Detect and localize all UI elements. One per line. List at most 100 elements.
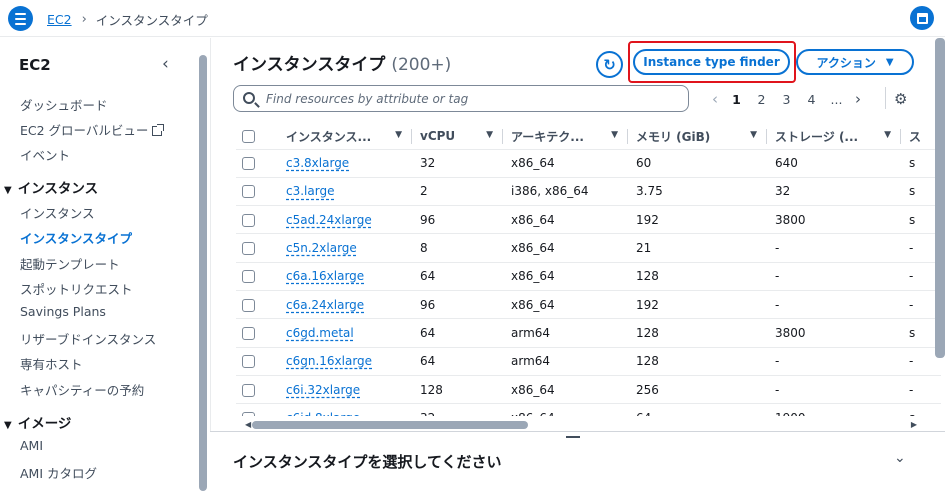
chevron-right-icon: › — [81, 12, 87, 27]
instance-type-link[interactable]: c3.large — [286, 184, 334, 198]
sidebar-item-capacity-reservations[interactable]: キャパシティーの予約 — [20, 380, 144, 399]
sidebar-title: EC2 — [19, 56, 51, 74]
cell-storage: 32 — [767, 176, 901, 206]
row-checkbox[interactable] — [242, 242, 255, 256]
sidebar-item-spot-requests[interactable]: スポットリクエスト — [20, 279, 133, 298]
page-3[interactable]: 3 — [774, 92, 799, 107]
instance-type-link[interactable]: c5n.2xlarge — [286, 241, 357, 255]
menu-icon[interactable] — [8, 6, 33, 31]
instance-type-link[interactable]: c6gn.16xlarge — [286, 354, 372, 368]
row-checkbox[interactable] — [242, 213, 255, 227]
resize-handle[interactable] — [566, 436, 580, 438]
sidebar-item-dashboard[interactable]: ダッシュボード — [20, 95, 108, 114]
column-header-architecture[interactable]: アーキテク... ▼ — [503, 124, 628, 149]
column-header-memory[interactable]: メモリ (GiB) ▼ — [628, 124, 767, 149]
refresh-icon: ↻ — [603, 55, 616, 74]
page-1[interactable]: 1 — [724, 92, 749, 107]
next-page-icon[interactable]: › — [849, 90, 867, 108]
breadcrumb-ec2-link[interactable]: EC2 — [47, 12, 72, 27]
table-row[interactable]: c5n.2xlarge 8 x86_64 21- - — [236, 233, 941, 263]
sidebar-item-global-view[interactable]: EC2 グローバルビュー — [20, 120, 165, 139]
instance-type-link[interactable]: c3.8xlarge — [286, 156, 349, 170]
instance-type-finder-button[interactable]: Instance type finder — [633, 49, 790, 75]
column-header-vcpu[interactable]: vCPU ▼ — [412, 124, 503, 149]
table-row[interactable]: c6a.24xlarge 96 x86_64 192- - — [236, 289, 941, 319]
page-2[interactable]: 2 — [749, 92, 774, 107]
previous-page-icon[interactable]: ‹ — [706, 90, 724, 108]
actions-button[interactable]: アクション ▼ — [796, 49, 914, 75]
table-row[interactable]: c3.large 2 i386, x86_64 3.75 32 s — [236, 176, 941, 206]
sort-icon[interactable]: ▼ — [395, 130, 402, 140]
cell-vcpu: 64 — [412, 261, 503, 291]
sidebar: EC2 ‹ ダッシュボード EC2 グローバルビュー イベント ▼ インスタンス … — [0, 38, 198, 491]
sidebar-item-reserved-instances[interactable]: リザーブドインスタンス — [20, 329, 156, 348]
table-row[interactable]: c6i.32xlarge 128 x86_64 256- - — [236, 374, 941, 404]
page-4[interactable]: 4 — [799, 92, 824, 107]
collapse-sidebar-icon[interactable]: ‹ — [162, 54, 169, 74]
column-header-instance-type[interactable]: インスタンス... ▼ — [278, 124, 412, 149]
row-checkbox[interactable] — [242, 355, 255, 369]
table-row[interactable]: c6id.8xlarge 32x86_64641900s — [236, 403, 941, 416]
cell-memory: 192 — [628, 205, 767, 234]
search-input[interactable] — [266, 90, 676, 108]
sidebar-section-instances[interactable]: ▼ インスタンス — [4, 177, 98, 197]
cell-memory: 128 — [628, 318, 767, 348]
chevron-down-icon[interactable]: ⌄ — [894, 450, 906, 466]
row-checkbox[interactable] — [242, 157, 255, 171]
select-all-checkbox[interactable] — [242, 130, 255, 144]
sort-icon[interactable]: ▼ — [611, 130, 618, 140]
instance-type-link[interactable]: c6gd.metal — [286, 326, 354, 340]
row-select-cell — [236, 289, 278, 319]
page-title-text: インスタンスタイプ — [233, 55, 386, 75]
search-field[interactable] — [233, 85, 689, 112]
table-row[interactable]: c3.8xlarge 32 x86_64 60 640 s — [236, 148, 941, 178]
sort-icon[interactable]: ▼ — [750, 130, 757, 140]
scroll-right-icon[interactable]: ▶ — [911, 420, 917, 429]
table-row[interactable]: c6gd.metal 64 arm64 128 3800 s — [236, 318, 941, 348]
row-checkbox[interactable] — [242, 326, 255, 340]
row-checkbox[interactable] — [242, 185, 255, 199]
scrollbar-thumb[interactable] — [252, 421, 528, 429]
sidebar-item-savings-plans[interactable]: Savings Plans — [20, 304, 106, 319]
instance-type-link[interactable]: c6i.32xlarge — [286, 383, 360, 397]
horizontal-scrollbar[interactable]: ◀ ▶ — [245, 420, 945, 430]
instance-type-link[interactable]: c6a.16xlarge — [286, 269, 364, 283]
sort-icon[interactable]: ▼ — [884, 130, 891, 140]
row-checkbox[interactable] — [242, 298, 255, 312]
refresh-button[interactable]: ↻ — [596, 51, 623, 78]
row-checkbox[interactable] — [242, 270, 255, 284]
sidebar-item-dedicated-hosts[interactable]: 専有ホスト — [20, 354, 83, 373]
gear-icon[interactable]: ⚙ — [894, 90, 907, 108]
table-row[interactable]: c6gn.16xlarge 64 arm64 128- - — [236, 346, 941, 376]
resource-count: (200+) — [391, 55, 452, 75]
cell-memory: 21 — [628, 233, 767, 263]
row-select-cell — [236, 374, 278, 404]
sidebar-item-launch-templates[interactable]: 起動テンプレート — [20, 254, 120, 273]
cell-architecture: x86_64 — [503, 148, 628, 178]
row-checkbox[interactable] — [242, 412, 255, 416]
sort-icon[interactable]: ▼ — [486, 130, 493, 140]
instance-type-link[interactable]: c6a.24xlarge — [286, 298, 364, 312]
instance-type-link[interactable]: c6id.8xlarge — [286, 411, 360, 416]
cell-instance-type: c3.large — [278, 176, 412, 206]
cell-storage: 3800 — [767, 318, 901, 348]
cell-architecture: i386, x86_64 — [503, 176, 628, 206]
instance-type-link[interactable]: c5ad.24xlarge — [286, 213, 372, 227]
row-checkbox[interactable] — [242, 383, 255, 397]
main-scrollbar[interactable] — [935, 38, 945, 358]
tools-panel-icon[interactable] — [910, 6, 934, 30]
sidebar-item-ami[interactable]: AMI — [20, 438, 43, 453]
sidebar-item-events[interactable]: イベント — [20, 145, 70, 164]
pagination: ‹ 1 2 3 4 ... › — [706, 90, 867, 108]
cell-vcpu: 32 — [412, 403, 503, 416]
sidebar-section-images[interactable]: ▼ イメージ — [4, 412, 71, 432]
sidebar-item-ami-catalog[interactable]: AMI カタログ — [20, 463, 97, 482]
row-select-cell — [236, 403, 278, 416]
scroll-left-icon[interactable]: ◀ — [245, 420, 251, 429]
table-row[interactable]: c5ad.24xlarge 96 x86_64 192 3800 s — [236, 205, 941, 234]
sidebar-scrollbar[interactable] — [199, 55, 207, 491]
column-header-storage[interactable]: ストレージ (... ▼ — [767, 124, 901, 149]
sidebar-item-instances[interactable]: インスタンス — [20, 203, 95, 222]
table-row[interactable]: c6a.16xlarge 64 x86_64 128- - — [236, 261, 941, 291]
sidebar-item-instance-types[interactable]: インスタンスタイプ — [20, 228, 132, 247]
